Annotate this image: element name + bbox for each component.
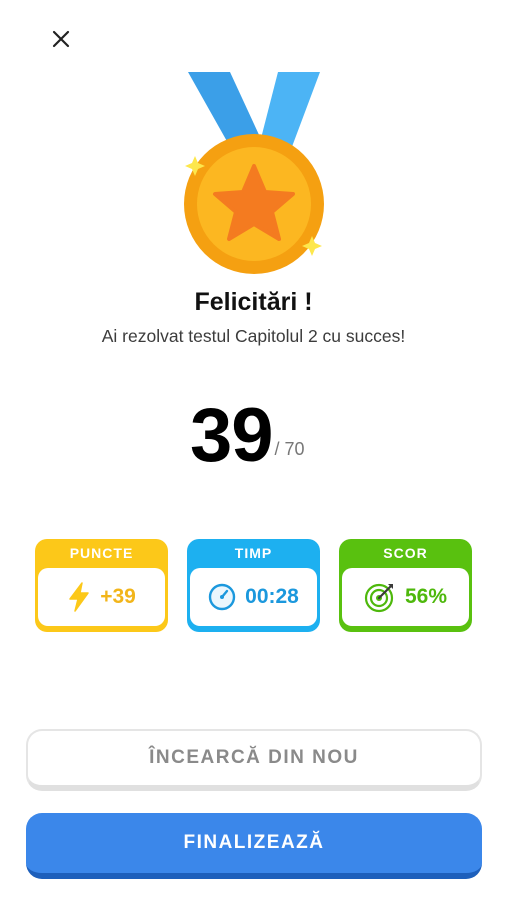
points-body: +39 [38,568,165,626]
finish-button[interactable]: FINALIZEAZĂ [26,813,482,879]
time-value: 00:28 [245,585,299,608]
score-total: / 70 [274,439,305,459]
score-card: SCOR 56% [339,539,472,632]
points-value: +39 [100,585,136,608]
close-button[interactable] [44,22,78,56]
score-value: 39 [190,393,274,478]
score-body: 56% [342,568,469,626]
points-label: PUNCTE [69,545,134,561]
target-icon [364,583,394,613]
retry-button[interactable]: ÎNCEARCĂ DIN NOU [26,729,482,791]
result-subtitle: Ai rezolvat testul Capitolul 2 cu succes… [101,326,406,346]
score-display: 39 / 70 [190,386,305,476]
score-percent-value: 56% [404,585,448,608]
time-card: TIMP 00:28 [187,539,320,632]
stopwatch-icon [208,583,236,611]
time-body: 00:28 [190,568,317,626]
lightning-icon [69,582,89,612]
result-title: Felicitări ! [194,288,313,316]
close-icon [52,30,70,48]
time-label: TIMP [234,545,273,561]
points-card: PUNCTE +39 [35,539,168,632]
score-label: SCOR [383,545,428,561]
quiz-result-screen: Felicitări ! Ai rezolvat testul Capitolu… [0,0,507,900]
medal-star-icon [184,72,324,274]
